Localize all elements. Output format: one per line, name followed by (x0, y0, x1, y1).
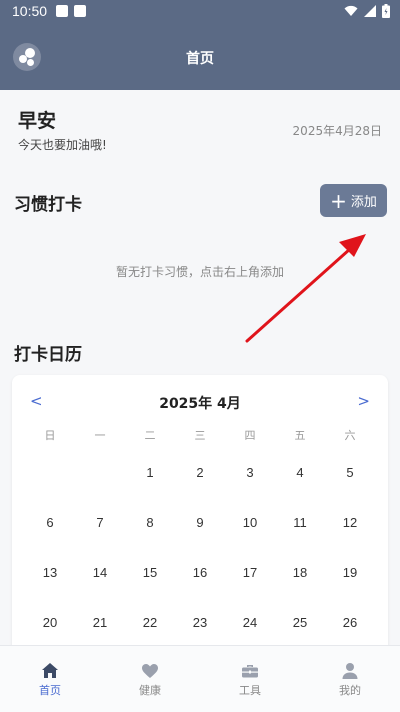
nav-item-health[interactable]: 健康 (100, 646, 200, 712)
nav-item-profile[interactable]: 我的 (300, 646, 400, 712)
calendar-day[interactable]: 18 (275, 549, 325, 599)
calendar-day[interactable]: 23 (175, 599, 225, 649)
calendar-day[interactable]: 19 (325, 549, 375, 599)
calendar-day[interactable]: 1 (125, 449, 175, 499)
greeting-subtitle: 今天也要加油哦! (18, 138, 107, 152)
calendar-day[interactable]: 11 (275, 499, 325, 549)
home-icon (42, 663, 58, 678)
user-icon (342, 663, 358, 679)
plus-icon: + (330, 188, 347, 213)
nav-label-health: 健康 (139, 684, 161, 697)
calendar-day[interactable]: 5 (325, 449, 375, 499)
weekday-label: 二 (144, 429, 156, 442)
calendar-day[interactable]: 9 (175, 499, 225, 549)
toolbox-icon (242, 665, 258, 678)
notification-icon (74, 5, 86, 17)
status-time: 10:50 (12, 3, 48, 19)
calendar-day[interactable]: 13 (25, 549, 75, 599)
wifi-icon (344, 5, 358, 16)
signal-icon (364, 5, 376, 17)
battery-icon (382, 4, 390, 18)
next-month-button[interactable]: > (357, 392, 370, 410)
calendar-card: < 2025年 4月 > 日 一 二 三 四 五 六 1 2 3 4 5 6 7… (12, 375, 388, 665)
calendar-title: 打卡日历 (14, 345, 82, 365)
add-habit-button[interactable]: + 添加 (320, 184, 387, 217)
status-bar: 10:50 (0, 0, 400, 24)
calendar-day[interactable]: 22 (125, 599, 175, 649)
calendar-day[interactable]: 14 (75, 549, 125, 599)
add-button-label: 添加 (350, 195, 377, 210)
calendar-day-empty (25, 449, 75, 499)
calendar-day[interactable]: 21 (75, 599, 125, 649)
calendar-day[interactable]: 24 (225, 599, 275, 649)
calendar-day[interactable]: 25 (275, 599, 325, 649)
nav-label-tools: 工具 (239, 684, 261, 697)
calendar-day-empty (75, 449, 125, 499)
weekday-label: 三 (194, 429, 206, 442)
calendar-day[interactable]: 17 (225, 549, 275, 599)
nav-item-home[interactable]: 首页 (0, 646, 100, 712)
weekday-label: 四 (244, 429, 256, 442)
calendar-day[interactable]: 10 (225, 499, 275, 549)
habits-title: 习惯打卡 (14, 195, 82, 215)
calendar-day[interactable]: 4 (275, 449, 325, 499)
calendar-day[interactable]: 15 (125, 549, 175, 599)
calendar-day[interactable]: 7 (75, 499, 125, 549)
greeting-date: 2025年4月28日 (292, 124, 382, 138)
calendar-day[interactable]: 6 (25, 499, 75, 549)
heart-icon (142, 664, 158, 678)
calendar-day[interactable]: 12 (325, 499, 375, 549)
nav-label-home: 首页 (39, 684, 61, 697)
calendar-day[interactable]: 20 (25, 599, 75, 649)
weekday-label: 日 (44, 429, 56, 442)
weekday-label: 六 (344, 429, 356, 442)
page-title: 首页 (186, 51, 214, 67)
calendar-month-label: 2025年 4月 (159, 396, 241, 412)
calendar-day[interactable]: 3 (225, 449, 275, 499)
nav-label-profile: 我的 (339, 684, 361, 697)
weekday-label: 五 (294, 429, 306, 442)
calendar-day[interactable]: 16 (175, 549, 225, 599)
calendar-day[interactable]: 8 (125, 499, 175, 549)
calendar-day[interactable]: 2 (175, 449, 225, 499)
calendar-day[interactable]: 26 (325, 599, 375, 649)
nav-item-tools[interactable]: 工具 (200, 646, 300, 712)
weekday-label: 一 (94, 429, 106, 442)
notification-icon (56, 5, 68, 17)
bottom-navigation: 首页 健康 工具 我的 (0, 645, 400, 712)
greeting-title: 早安 (18, 110, 57, 132)
status-icons (344, 4, 390, 18)
empty-habits-text: 暂无打卡习惯，点击右上角添加 (115, 265, 284, 279)
app-bar: 首页 (0, 24, 400, 90)
calendar-grid: 日 一 二 三 四 五 六 1 2 3 4 5 6 7 8 9 10 11 12… (25, 427, 375, 649)
